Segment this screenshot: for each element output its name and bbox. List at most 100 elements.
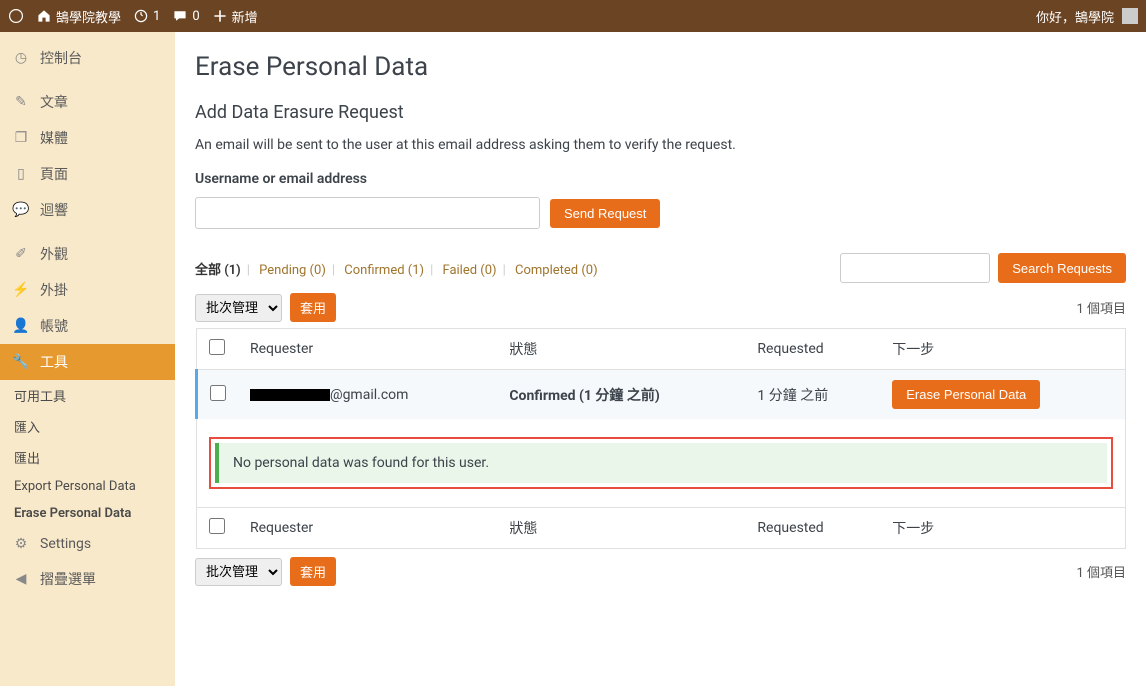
- media-icon: ❐: [12, 129, 30, 147]
- sidebar-item-dashboard[interactable]: ◷ 控制台: [0, 40, 175, 76]
- sidebar-item-settings[interactable]: ⚙Settings: [0, 527, 175, 561]
- sidebar-item-label: 頁面: [40, 164, 68, 184]
- row-checkbox[interactable]: [210, 385, 226, 401]
- bulk-apply-top[interactable]: 套用: [290, 293, 336, 322]
- new-link[interactable]: 新增: [212, 7, 258, 26]
- col-requester[interactable]: Requester: [238, 329, 497, 370]
- sidebar-item-appearance[interactable]: ✐ 外觀: [0, 236, 175, 272]
- dashboard-icon: ◷: [12, 49, 30, 67]
- comments-link[interactable]: 0: [172, 8, 199, 24]
- bulk-select-top[interactable]: 批次管理: [195, 294, 282, 322]
- home-icon: [36, 8, 52, 24]
- col-status-f[interactable]: 狀態: [497, 508, 745, 549]
- cell-status: Confirmed (1 分鐘 之前): [497, 370, 745, 420]
- sidebar-item-comments[interactable]: 💬 迴響: [0, 192, 175, 228]
- cell-requested: 1 分鐘 之前: [745, 370, 880, 420]
- sub-erase-personal[interactable]: Erase Personal Data: [0, 500, 175, 527]
- plug-icon: ⚡: [12, 281, 30, 299]
- search-button[interactable]: Search Requests: [998, 253, 1126, 283]
- item-count-top: 1 個項目: [1076, 298, 1126, 317]
- select-all-top[interactable]: [209, 339, 225, 355]
- wp-logo[interactable]: [8, 8, 24, 24]
- bulk-row-top: 批次管理 套用 1 個項目: [195, 293, 1126, 322]
- sidebar-item-label: 帳號: [40, 316, 68, 336]
- brush-icon: ✐: [12, 245, 30, 263]
- greeting[interactable]: 你好，鵠學院: [1036, 7, 1114, 26]
- sliders-icon: ⚙: [12, 535, 30, 553]
- table-footer: Requester 狀態 Requested 下一步: [197, 508, 1126, 549]
- page-subtitle: Add Data Erasure Request: [195, 102, 1126, 123]
- search-input[interactable]: [840, 253, 990, 283]
- sub-import[interactable]: 匯入: [0, 411, 175, 442]
- wrench-icon: 🔧: [12, 353, 30, 371]
- updates-link[interactable]: 1: [133, 8, 160, 24]
- search-box: Search Requests: [840, 253, 1126, 283]
- col-status[interactable]: 狀態: [497, 329, 745, 370]
- sidebar-item-users[interactable]: 👤 帳號: [0, 308, 175, 344]
- status-filters: 全部 (1)| Pending (0)| Confirmed (1)| Fail…: [195, 259, 598, 278]
- sidebar-item-media[interactable]: ❐ 媒體: [0, 120, 175, 156]
- send-request-button[interactable]: Send Request: [550, 199, 660, 228]
- comment-icon: 💬: [12, 201, 30, 219]
- select-all-bottom[interactable]: [209, 518, 225, 534]
- sidebar-item-label: 媒體: [40, 128, 68, 148]
- comment-icon: [172, 8, 188, 24]
- sidebar-item-posts[interactable]: ✎文章: [0, 84, 175, 120]
- bulk-row-bottom: 批次管理 套用 1 個項目: [195, 557, 1126, 586]
- page-title: Erase Personal Data: [195, 52, 1126, 82]
- col-requested[interactable]: Requested: [745, 329, 880, 370]
- avatar[interactable]: [1122, 8, 1138, 24]
- sub-export-personal[interactable]: Export Personal Data: [0, 473, 175, 500]
- new-label: 新增: [232, 7, 258, 26]
- col-requester-f[interactable]: Requester: [238, 508, 497, 549]
- page-desc: An email will be sent to the user at thi…: [195, 137, 1126, 153]
- main-content: Erase Personal Data Add Data Erasure Req…: [175, 32, 1146, 686]
- topbar-left: 鵠學院教學 1 0 新增: [8, 7, 258, 26]
- updates-count: 1: [153, 9, 160, 24]
- col-next[interactable]: 下一步: [880, 329, 1125, 370]
- email-input[interactable]: [195, 197, 540, 229]
- bulk-apply-bottom[interactable]: 套用: [290, 557, 336, 586]
- layout: ◷ 控制台 ✎文章 ❐ 媒體 ▯頁面 💬 迴響 ✐ 外觀 ⚡ 外掛 👤 帳號 🔧 工具 可用工…: [0, 32, 1146, 686]
- notice-highlight: No personal data was found for this user…: [209, 437, 1113, 489]
- user-icon: 👤: [12, 317, 30, 335]
- sidebar-item-collapse[interactable]: ◀摺疊選單: [0, 561, 175, 597]
- table-row: @gmail.com Confirmed (1 分鐘 之前) 1 分鐘 之前 E…: [197, 370, 1126, 420]
- sidebar-item-tools[interactable]: 🔧 工具: [0, 344, 175, 380]
- plus-icon: [212, 8, 228, 24]
- sidebar-item-label: 外觀: [40, 244, 68, 264]
- redacted-text: [250, 389, 330, 401]
- cell-action: Erase Personal Data: [880, 370, 1125, 420]
- topbar-right: 你好，鵠學院: [1036, 7, 1138, 26]
- update-icon: [133, 8, 149, 24]
- filter-confirmed[interactable]: Confirmed (1): [344, 263, 424, 278]
- filter-failed[interactable]: Failed (0): [442, 263, 496, 278]
- sidebar-item-label: 工具: [40, 352, 68, 372]
- col-requested-f[interactable]: Requested: [745, 508, 880, 549]
- filter-pending[interactable]: Pending (0): [259, 263, 326, 278]
- filter-all[interactable]: 全部 (1): [195, 263, 241, 278]
- sub-export[interactable]: 匯出: [0, 442, 175, 473]
- bulk-select-bottom[interactable]: 批次管理: [195, 558, 282, 586]
- site-name: 鵠學院教學: [56, 7, 121, 26]
- item-count-bottom: 1 個項目: [1076, 562, 1126, 581]
- erase-data-button[interactable]: Erase Personal Data: [892, 380, 1040, 409]
- sidebar-item-pages[interactable]: ▯頁面: [0, 156, 175, 192]
- notice-row: No personal data was found for this user…: [197, 419, 1126, 508]
- sidebar-item-plugins[interactable]: ⚡ 外掛: [0, 272, 175, 308]
- sidebar-item-label: 迴響: [40, 200, 68, 220]
- filter-row: 全部 (1)| Pending (0)| Confirmed (1)| Fail…: [195, 253, 1126, 283]
- sidebar-item-label: 外掛: [40, 280, 68, 300]
- requests-table: Requester 狀態 Requested 下一步 @gmail.com Co…: [195, 328, 1126, 549]
- sub-available-tools[interactable]: 可用工具: [0, 380, 175, 411]
- col-next-f[interactable]: 下一步: [880, 508, 1125, 549]
- email-suffix: @gmail.com: [330, 387, 408, 403]
- filter-completed[interactable]: Completed (0): [515, 263, 598, 278]
- comments-count: 0: [192, 9, 199, 24]
- site-link[interactable]: 鵠學院教學: [36, 7, 121, 26]
- sidebar-item-label: 控制台: [40, 48, 82, 68]
- sidebar-item-label: 摺疊選單: [40, 569, 96, 589]
- admin-sidebar: ◷ 控制台 ✎文章 ❐ 媒體 ▯頁面 💬 迴響 ✐ 外觀 ⚡ 外掛 👤 帳號 🔧 工具 可用工…: [0, 32, 175, 686]
- field-label: Username or email address: [195, 171, 1126, 187]
- cell-requester: @gmail.com: [238, 370, 497, 420]
